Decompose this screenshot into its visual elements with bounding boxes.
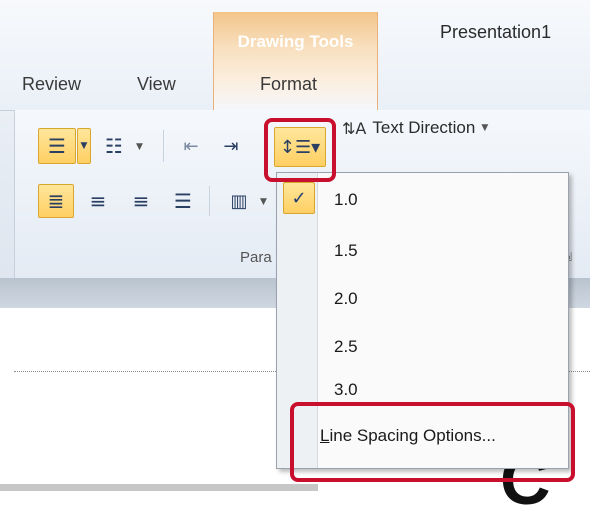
text-direction-icon: ⇅A bbox=[342, 118, 367, 138]
columns-icon: ▥ bbox=[230, 190, 248, 212]
numbering-button[interactable]: ☷ bbox=[96, 128, 132, 164]
menu-item-2-0[interactable]: 2.0 bbox=[334, 289, 358, 309]
decrease-indent-icon: ⇤ bbox=[183, 135, 199, 157]
justify-icon: ☰ bbox=[174, 189, 192, 213]
tab-view[interactable]: View bbox=[137, 74, 176, 95]
align-left-button[interactable]: ≣ bbox=[38, 184, 74, 218]
justify-button[interactable]: ☰ bbox=[166, 184, 200, 218]
tab-review[interactable]: Review bbox=[22, 74, 81, 95]
separator bbox=[163, 130, 164, 162]
menu-item-1-5[interactable]: 1.5 bbox=[334, 241, 358, 261]
drawing-tools-context-tab: Drawing Tools bbox=[213, 12, 378, 111]
align-right-button[interactable]: ≡ bbox=[124, 184, 158, 218]
text-direction-label: Text Direction bbox=[372, 118, 476, 137]
bullets-button[interactable]: ☰ bbox=[38, 128, 76, 164]
checkmark-icon: ✓ bbox=[283, 182, 315, 214]
status-bar-fragment bbox=[0, 484, 318, 491]
decrease-indent-button[interactable]: ⇤ bbox=[176, 128, 206, 164]
separator bbox=[209, 186, 210, 216]
highlight-line-spacing-button bbox=[264, 118, 336, 182]
paragraph-group-label: Para bbox=[240, 249, 272, 266]
numbering-icon: ☷ bbox=[105, 134, 123, 158]
align-right-icon: ≡ bbox=[132, 189, 150, 213]
bullets-dropdown-button[interactable]: ▼ bbox=[77, 128, 91, 164]
chevron-down-icon: ▼ bbox=[481, 123, 489, 133]
chevron-down-icon: ▼ bbox=[80, 141, 88, 151]
bullets-icon: ☰ bbox=[48, 134, 66, 158]
highlight-line-spacing-options bbox=[290, 402, 575, 482]
columns-button[interactable]: ▥ bbox=[222, 184, 256, 218]
columns-dropdown-icon[interactable]: ▼ bbox=[260, 197, 267, 207]
menu-item-3-0[interactable]: 3.0 bbox=[334, 380, 358, 400]
align-left-icon: ≣ bbox=[47, 189, 65, 213]
increase-indent-icon: ⇥ bbox=[223, 135, 239, 157]
menu-item-1-0[interactable]: 1.0 bbox=[334, 190, 358, 210]
text-direction-button[interactable]: ⇅A Text Direction ▼ bbox=[342, 118, 488, 138]
tab-format[interactable]: Format bbox=[260, 74, 317, 95]
increase-indent-button[interactable]: ⇥ bbox=[216, 128, 246, 164]
menu-item-2-5[interactable]: 2.5 bbox=[334, 337, 358, 357]
context-tab-title: Drawing Tools bbox=[237, 32, 354, 51]
numbering-dropdown-icon[interactable]: ▼ bbox=[136, 142, 143, 152]
align-center-icon: ≡ bbox=[89, 189, 107, 213]
window-title: Presentation1 bbox=[440, 22, 552, 42]
align-center-button[interactable]: ≡ bbox=[81, 184, 115, 218]
